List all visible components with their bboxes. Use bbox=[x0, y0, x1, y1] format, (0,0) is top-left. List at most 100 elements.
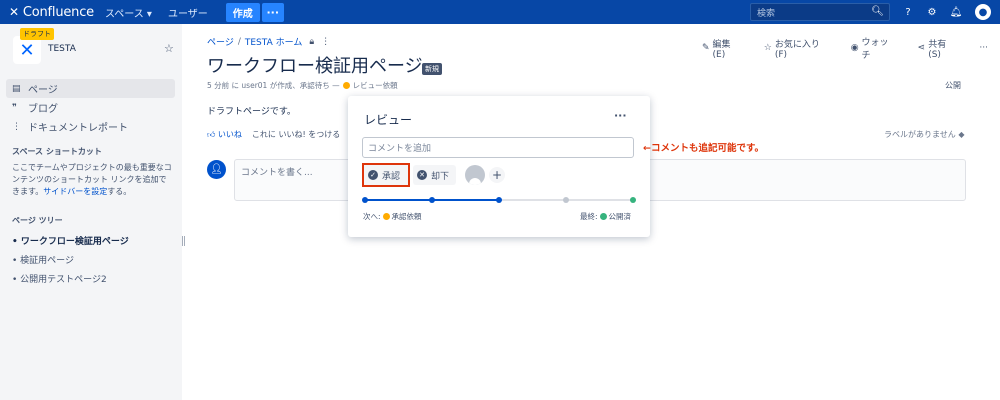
gear-icon[interactable]: ⚙ bbox=[924, 4, 940, 20]
watch-button[interactable]: ◉ ウォッチ bbox=[851, 35, 906, 61]
shortcuts-text: ここでチームやプロジェクトの最も重要なコンテンツのショートカット リンクを追加で… bbox=[12, 162, 172, 198]
page-body-text: ドラフトページです。 bbox=[207, 107, 296, 117]
like-button[interactable]: 👍︎ いいね bbox=[207, 129, 242, 140]
page-actions: ✎ 編集(E) ☆ お気に入り(F) ◉ ウォッチ ⋖ 共有(S) ··· bbox=[702, 35, 1000, 61]
pencil-icon: ✎ bbox=[702, 43, 710, 53]
spaces-menu[interactable]: スペース ▾ bbox=[105, 5, 152, 20]
create-button[interactable]: 作成 bbox=[225, 2, 260, 22]
user-avatar[interactable]: ● bbox=[975, 4, 991, 20]
page-icon: ▤ bbox=[12, 83, 21, 94]
workflow-step-node bbox=[496, 197, 502, 203]
share-label: 共有(S) bbox=[928, 39, 947, 60]
confluence-logo-text: Confluence bbox=[22, 4, 94, 20]
add-reviewer-button[interactable]: + bbox=[489, 167, 505, 183]
pending-status-icon bbox=[342, 82, 350, 89]
breadcrumb-separator: / bbox=[237, 36, 241, 47]
breadcrumb: ページ / TESTA ホーム 🔒︎ ⋮ bbox=[207, 35, 330, 49]
annotation-text: ←コメントも追記可能です。 bbox=[643, 143, 765, 154]
tree-icon[interactable]: ⋮ bbox=[321, 37, 330, 47]
lock-icon[interactable]: 🔒︎ bbox=[309, 37, 314, 47]
watch-label: ウォッチ bbox=[861, 38, 889, 61]
published-status-icon bbox=[599, 213, 607, 220]
favorite-button[interactable]: ☆ お気に入り(F) bbox=[764, 35, 839, 61]
workflow-step-node bbox=[362, 197, 368, 203]
review-popup: レビュー ··· コメントを追加 ✓ 承認 ✕ 却下 + 次へ: 承認依頼 最終… bbox=[348, 96, 650, 237]
sidebar-item-label: ページ bbox=[28, 85, 58, 96]
workflow-step-node bbox=[429, 197, 435, 203]
shortcuts-description-end: する。 bbox=[107, 187, 132, 196]
notification-icon[interactable]: 🔔︎ bbox=[948, 4, 964, 20]
last-step-value: 公開済 bbox=[608, 212, 632, 221]
top-navigation-bar: ✕ Confluence スペース ▾ ユーザー 作成 ··· 検索 🔍︎ ? … bbox=[0, 0, 1000, 24]
review-comment-input[interactable]: コメントを追加 bbox=[362, 137, 634, 158]
review-title: レビュー bbox=[364, 113, 413, 127]
approve-button[interactable]: ✓ 承認 bbox=[362, 163, 410, 187]
publish-button[interactable]: 公開 bbox=[945, 80, 961, 91]
page-byline: 5 分前 に user01 が作成、承認待ち — レビュー依頼 bbox=[207, 80, 398, 91]
sidebar-item-label: ドキュメントレポート bbox=[28, 123, 128, 134]
shortcuts-heading: スペース ショートカット bbox=[12, 147, 102, 156]
reject-label: 却下 bbox=[431, 171, 450, 182]
sidebar-item-label: ブログ bbox=[28, 104, 58, 115]
sidebar: ✕ ドラフト TESTA ☆ ▤ ページ ❞ ブログ ⋮ ドキュメントレポート … bbox=[0, 24, 182, 400]
pending-status-icon bbox=[382, 213, 390, 220]
next-step-value: 承認依頼 bbox=[391, 212, 422, 221]
more-actions-button[interactable]: ··· bbox=[979, 35, 988, 61]
tag-icon: ◆ bbox=[958, 130, 965, 139]
new-badge: 新規 bbox=[422, 63, 442, 75]
tree-item[interactable]: • 公開用テストページ2 bbox=[12, 272, 107, 285]
edit-button[interactable]: ✎ 編集(E) bbox=[702, 35, 752, 61]
approve-label: 承認 bbox=[382, 171, 401, 182]
share-icon: ⋖ bbox=[917, 43, 926, 53]
eye-icon: ◉ bbox=[850, 43, 859, 53]
search-placeholder: 検索 bbox=[757, 8, 776, 19]
like-row: 👍︎ いいね これに いいね! をつける bbox=[207, 129, 340, 140]
tree-item-label: 公開用テストページ2 bbox=[20, 275, 107, 285]
page-title: ワークフロー検証用ページ bbox=[207, 56, 423, 77]
search-input[interactable]: 検索 🔍︎ bbox=[750, 3, 890, 21]
next-step: 次へ: 承認依頼 bbox=[363, 211, 422, 222]
like-prompt: これに いいね! をつける bbox=[251, 130, 341, 139]
last-step-label: 最終: bbox=[580, 212, 598, 221]
workflow-step-node bbox=[563, 197, 569, 203]
breadcrumb-home[interactable]: TESTA ホーム bbox=[245, 35, 302, 48]
check-icon: ✓ bbox=[368, 170, 378, 180]
star-icon[interactable]: ☆ bbox=[164, 42, 174, 55]
create-more-button[interactable]: ··· bbox=[261, 2, 284, 22]
configure-sidebar-link[interactable]: サイドバーを設定 bbox=[43, 187, 107, 196]
users-link[interactable]: ユーザー bbox=[168, 5, 208, 20]
quote-icon: ❞ bbox=[12, 102, 17, 113]
top-icons: ? ⚙ 🔔︎ bbox=[900, 4, 972, 20]
byline-status[interactable]: レビュー依頼 bbox=[353, 80, 398, 91]
reject-button[interactable]: ✕ 却下 bbox=[413, 165, 456, 185]
review-more-button[interactable]: ··· bbox=[614, 109, 627, 122]
close-icon: ✕ bbox=[417, 170, 427, 180]
confluence-logo-icon: ✕ bbox=[9, 5, 19, 19]
sidebar-item-doc-report[interactable]: ⋮ ドキュメントレポート bbox=[6, 117, 175, 136]
edit-label: 編集(E) bbox=[712, 39, 731, 60]
sidebar-item-pages[interactable]: ▤ ページ bbox=[6, 79, 175, 98]
page-tree-heading: ページ ツリー bbox=[12, 216, 63, 225]
byline-text: 5 分前 に user01 が作成、承認待ち — bbox=[207, 81, 340, 90]
breadcrumb-pages[interactable]: ページ bbox=[207, 35, 234, 48]
tree-item-label: ワークフロー検証用ページ bbox=[20, 237, 129, 247]
help-icon[interactable]: ? bbox=[900, 4, 916, 20]
top-nav-links: スペース ▾ ユーザー bbox=[105, 5, 224, 20]
reviewer-avatar[interactable] bbox=[465, 165, 485, 185]
labels-area[interactable]: ラベルがありません ◆ bbox=[884, 129, 964, 140]
share-button[interactable]: ⋖ 共有(S) bbox=[918, 35, 968, 61]
tree-icon: ⋮ bbox=[12, 121, 21, 132]
sidebar-resize-handle[interactable] bbox=[182, 236, 185, 246]
star-icon: ☆ bbox=[763, 43, 772, 53]
confluence-logo[interactable]: ✕ Confluence bbox=[9, 5, 94, 20]
space-logo-icon[interactable]: ✕ bbox=[13, 36, 41, 64]
tree-item-current[interactable]: • ワークフロー検証用ページ bbox=[12, 234, 129, 247]
sidebar-item-blog[interactable]: ❞ ブログ bbox=[6, 98, 175, 117]
tree-item[interactable]: • 検証用ページ bbox=[12, 253, 74, 266]
commenter-avatar: 👤︎ bbox=[207, 160, 226, 179]
draft-badge: ドラフト bbox=[20, 28, 54, 40]
like-label: いいね bbox=[217, 130, 242, 139]
search-icon: 🔍︎ bbox=[871, 6, 884, 17]
labels-empty-text: ラベルがありません bbox=[884, 130, 956, 139]
space-name[interactable]: TESTA bbox=[48, 44, 76, 54]
